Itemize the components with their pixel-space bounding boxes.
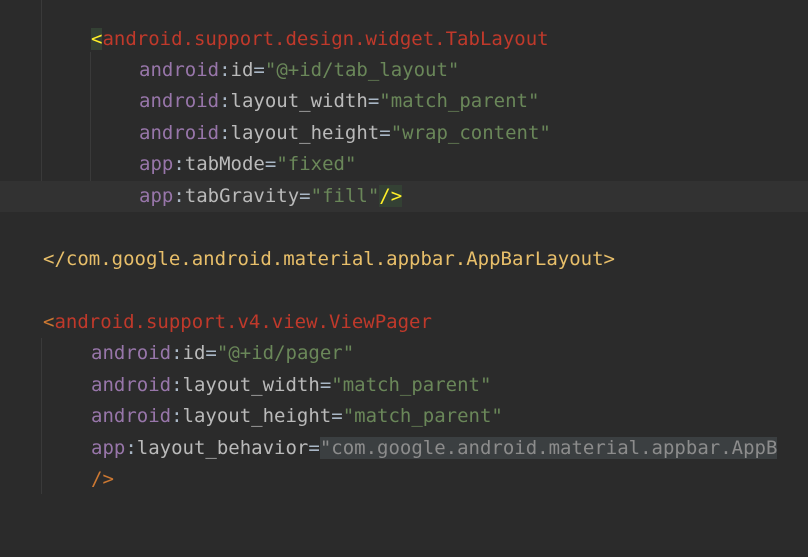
namespace-colon: : (173, 185, 185, 207)
code-line[interactable]: app:tabMode="fixed" (0, 149, 808, 180)
attribute-value: "match_parent" (379, 90, 540, 112)
code-line[interactable]: /> (0, 464, 808, 495)
attribute-namespace: android (139, 59, 220, 81)
namespace-colon: : (219, 122, 231, 144)
attribute-namespace: android (139, 90, 220, 112)
attribute-namespace: app (91, 437, 126, 459)
attribute-value: "wrap_content" (390, 122, 551, 144)
equals-sign: = (264, 153, 277, 175)
attribute-name: id (230, 59, 254, 81)
attribute-namespace: app (139, 185, 174, 207)
equals-sign: = (367, 90, 380, 112)
attribute-value: "fill" (310, 185, 380, 207)
folded-attribute-value[interactable]: "com.google.android.material.appbar.AppB (319, 437, 778, 459)
attribute-value: "fixed" (276, 153, 357, 175)
code-line-current[interactable]: app:tabGravity="fill"/> (0, 181, 808, 212)
attribute-namespace: android (139, 122, 220, 144)
tag-self-close: /> (379, 185, 403, 207)
attribute-name: layout_behavior (136, 437, 309, 459)
attribute-name: id (182, 342, 206, 364)
equals-sign: = (299, 185, 311, 207)
equals-sign: = (253, 59, 265, 81)
closing-tag: </com.google.android.material.appbar.App… (43, 248, 615, 270)
code-line[interactable]: </com.google.android.material.appbar.App… (0, 244, 808, 275)
code-editor[interactable]: <android.support.design.widget.TabLayout… (0, 0, 808, 517)
tag-name: android.support.v4.view.ViewPager (54, 311, 432, 333)
namespace-colon: : (219, 59, 231, 81)
attribute-name: layout_height (182, 405, 332, 427)
attribute-value: "@+id/tab_layout" (264, 59, 460, 81)
equals-sign: = (379, 122, 391, 144)
namespace-colon: : (173, 153, 185, 175)
equals-sign: = (205, 342, 217, 364)
equals-sign: = (308, 437, 320, 459)
attribute-namespace: android (91, 374, 172, 396)
attribute-namespace: app (139, 153, 174, 175)
attribute-name: tabGravity (184, 185, 300, 207)
attribute-value: "match_parent" (342, 405, 503, 427)
equals-sign: = (319, 374, 332, 396)
code-line[interactable]: android:layout_height="wrap_content" (0, 118, 808, 149)
equals-sign: = (331, 405, 343, 427)
code-line-empty[interactable] (0, 275, 808, 306)
code-line[interactable]: android:layout_height="match_parent" (0, 401, 808, 432)
code-line[interactable]: android:layout_width="match_parent" (0, 86, 808, 117)
code-line[interactable]: android:layout_width="match_parent" (0, 370, 808, 401)
namespace-colon: : (125, 437, 137, 459)
attribute-value: "@+id/pager" (216, 342, 355, 364)
namespace-colon: : (171, 342, 183, 364)
code-line-empty[interactable] (0, 212, 808, 243)
code-line[interactable]: <android.support.design.widget.TabLayout (0, 24, 808, 55)
attribute-name: layout_width (182, 374, 320, 396)
attribute-name: tabMode (184, 153, 265, 175)
attribute-namespace: android (91, 405, 172, 427)
attribute-value: "match_parent" (331, 374, 492, 396)
namespace-colon: : (171, 405, 183, 427)
code-line[interactable]: android:id="@+id/tab_layout" (0, 55, 808, 86)
code-line[interactable]: app:layout_behavior="com.google.android.… (0, 433, 808, 464)
attribute-name: layout_width (230, 90, 368, 112)
tag-self-close: /> (91, 468, 114, 490)
code-line[interactable]: android:id="@+id/pager" (0, 338, 808, 369)
attribute-name: layout_height (230, 122, 380, 144)
namespace-colon: : (171, 374, 183, 396)
tag-name: android.support.design.widget.TabLayout (102, 28, 549, 50)
attribute-namespace: android (91, 342, 172, 364)
code-line[interactable]: <android.support.v4.view.ViewPager (0, 307, 808, 338)
namespace-colon: : (219, 90, 231, 112)
tag-open-bracket: < (91, 28, 103, 50)
tag-open-bracket: < (43, 311, 55, 333)
